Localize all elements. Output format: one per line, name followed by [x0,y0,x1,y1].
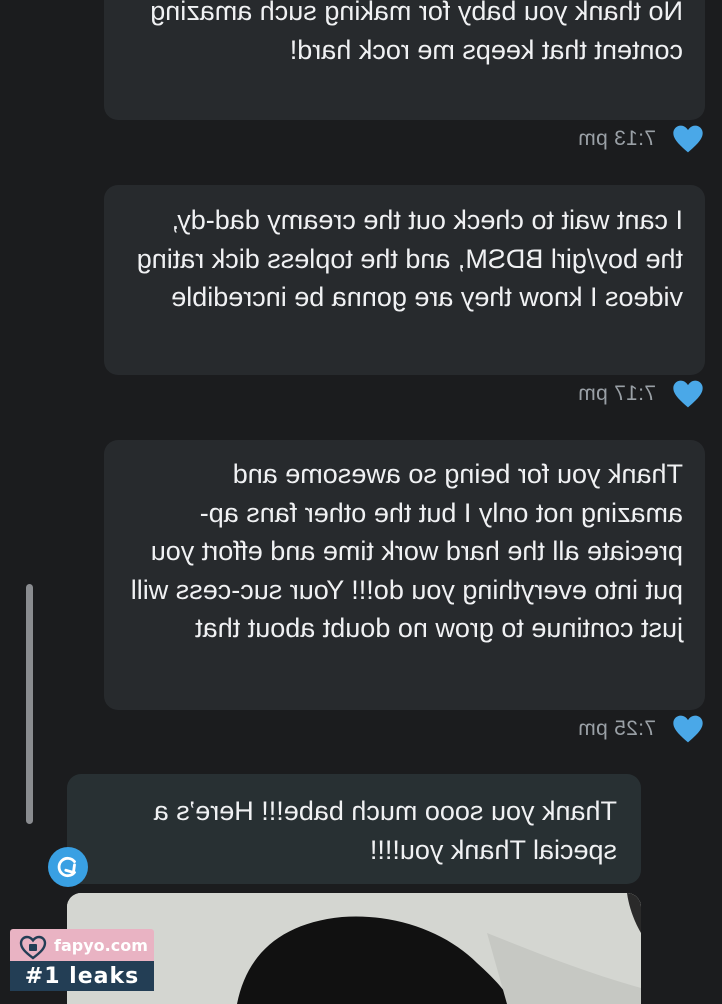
message-bubble-sent[interactable]: No thank you baby for making such amazin… [104,0,705,120]
watermark-site: fapyo.com [54,935,148,955]
message-text: I cant wait to check out the creamy dad-… [136,205,683,312]
heart-lock-logo-icon [19,935,47,960]
message-bubble-sent[interactable]: Thank you for being so awesome and amazi… [104,440,705,710]
message-text: Thank you for being so awesome and amazi… [130,459,683,643]
scrollbar[interactable] [26,584,33,824]
heart-icon[interactable] [672,714,704,744]
reply-button[interactable] [48,847,88,887]
watermark-tagline: #1 leaks [24,963,140,989]
message-bubble-sent[interactable]: I cant wait to check out the creamy dad-… [104,185,705,375]
heart-icon[interactable] [672,379,704,409]
message-bubble-received[interactable]: Thank you sooo much babe!!! Here’s a spe… [67,774,641,884]
message-time: 7:13 pm [578,127,656,150]
message-meta: 7:13 pm [578,122,704,156]
message-text: No thank you baby for making such amazin… [150,0,683,65]
heart-icon[interactable] [672,124,704,154]
reply-arrow-icon [57,856,76,878]
message-time: 7:25 pm [578,717,656,740]
message-meta: 7:17 pm [578,377,704,411]
message-meta: 7:25 pm [578,712,704,746]
message-text: Thank you sooo much babe!!! Here’s a spe… [153,796,617,865]
message-time: 7:17 pm [578,382,656,405]
watermark: fapyo.com #1 leaks [10,929,154,991]
